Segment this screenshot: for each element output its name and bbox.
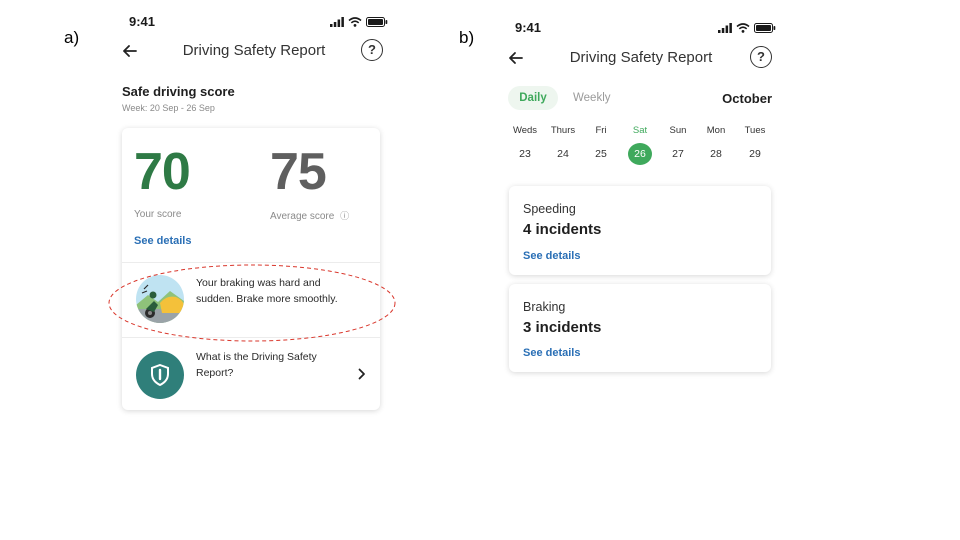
day-28[interactable]: 28 (704, 143, 728, 165)
battery-icon (366, 17, 388, 27)
day-name-sat: Sat (632, 125, 648, 136)
incident-type: Speeding (523, 202, 576, 216)
shield-badge (136, 351, 184, 399)
nav-bar: Driving Safety Report ? (114, 39, 394, 63)
status-time: 9:41 (515, 20, 542, 35)
status-time: 9:41 (129, 14, 156, 29)
day-23[interactable]: 23 (513, 143, 537, 165)
tab-daily[interactable]: Daily (508, 86, 558, 110)
average-score-label: Average score (270, 211, 335, 222)
see-details-link[interactable]: See details (523, 347, 580, 359)
day-29[interactable]: 29 (743, 143, 767, 165)
day-26-selected[interactable]: 26 (628, 143, 652, 165)
faq-text: What is the Driving Safety Report? (196, 351, 317, 379)
your-score-value: 70 (134, 143, 191, 201)
incident-card-speeding[interactable]: Speeding 4 incidents See details (509, 186, 771, 275)
see-details-link[interactable]: See details (523, 250, 580, 262)
phone-b-screen: 9:41 Driving Safety Report ? Daily Weekl… (500, 14, 782, 394)
signal-icon (330, 17, 344, 27)
average-score-value: 75 (270, 143, 327, 201)
faq-row[interactable]: What is the Driving Safety Report? (122, 338, 380, 410)
shield-icon (151, 364, 169, 386)
panel-label-b: b) (459, 28, 475, 47)
your-score-label: Your score (134, 209, 182, 220)
panel-label-a: a) (64, 28, 80, 47)
status-bar: 9:41 (500, 20, 782, 36)
signal-icon (718, 23, 732, 33)
info-icon[interactable]: ⓘ (340, 211, 349, 221)
battery-icon (754, 23, 776, 33)
incident-count: 4 incidents (523, 221, 602, 238)
wifi-icon (736, 23, 750, 33)
see-details-link[interactable]: See details (134, 235, 191, 247)
section-title: Safe driving score (122, 84, 235, 99)
help-icon[interactable]: ? (361, 39, 383, 61)
day-25[interactable]: 25 (589, 143, 613, 165)
day-name-thurs: Thurs (550, 125, 576, 136)
day-name-fri: Fri (595, 125, 607, 136)
day-name-sun: Sun (669, 125, 687, 136)
incident-card-braking[interactable]: Braking 3 incidents See details (509, 284, 771, 372)
day-name-mon: Mon (706, 125, 726, 136)
day-27[interactable]: 27 (666, 143, 690, 165)
phone-a-screen: 9:41 Driving Safety Report ? Safe drivin… (114, 10, 394, 435)
day-name-tues: Tues (744, 125, 766, 136)
week-range: Week: 20 Sep - 26 Sep (122, 103, 215, 113)
day-24[interactable]: 24 (551, 143, 575, 165)
month-label: October (722, 91, 772, 106)
tab-weekly[interactable]: Weekly (573, 92, 611, 104)
status-bar: 9:41 (114, 14, 394, 30)
day-name-weds: Weds (512, 125, 538, 136)
page-title: Driving Safety Report (569, 49, 713, 66)
page-title: Driving Safety Report (182, 42, 326, 59)
wifi-icon (348, 17, 362, 27)
incident-type: Braking (523, 300, 566, 314)
highlight-ellipse (108, 264, 396, 342)
help-icon[interactable]: ? (750, 46, 772, 68)
chevron-right-icon[interactable] (358, 368, 366, 380)
nav-bar: Driving Safety Report ? (500, 46, 782, 70)
incident-count: 3 incidents (523, 319, 602, 336)
